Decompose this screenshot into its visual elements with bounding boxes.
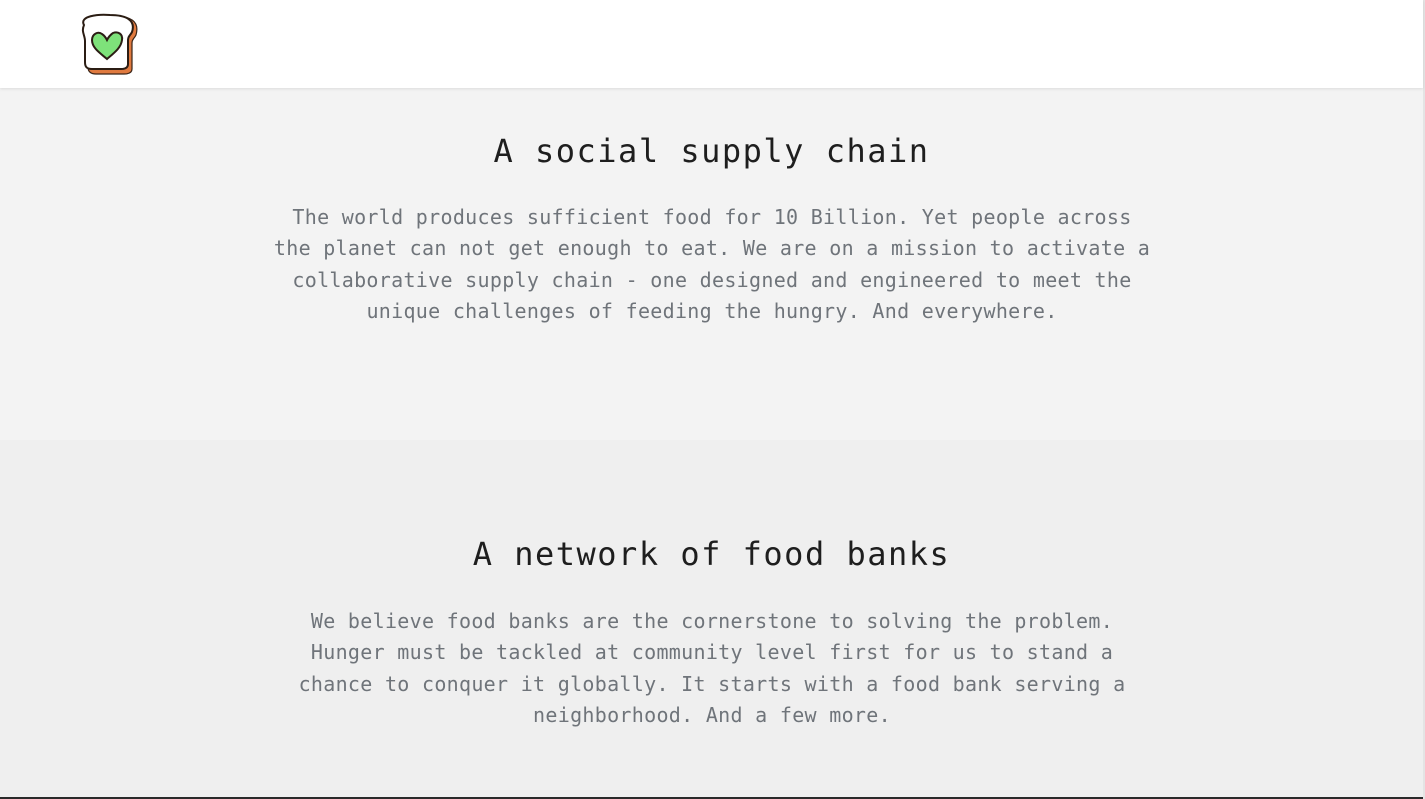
supply-chain-section: A social supply chain The world produces… (0, 88, 1423, 440)
site-header (0, 0, 1423, 88)
section-body: We believe food banks are the cornerston… (298, 609, 1126, 727)
section-title: A social supply chain (493, 132, 930, 170)
page: A social supply chain The world produces… (0, 0, 1425, 799)
section-body: The world produces sufficient food for 1… (273, 205, 1151, 323)
food-banks-section: A network of food banks We believe food … (0, 440, 1423, 797)
home-logo-link[interactable] (78, 13, 140, 75)
toast-heart-logo-icon (81, 13, 138, 75)
section-title: A network of food banks (472, 535, 951, 573)
